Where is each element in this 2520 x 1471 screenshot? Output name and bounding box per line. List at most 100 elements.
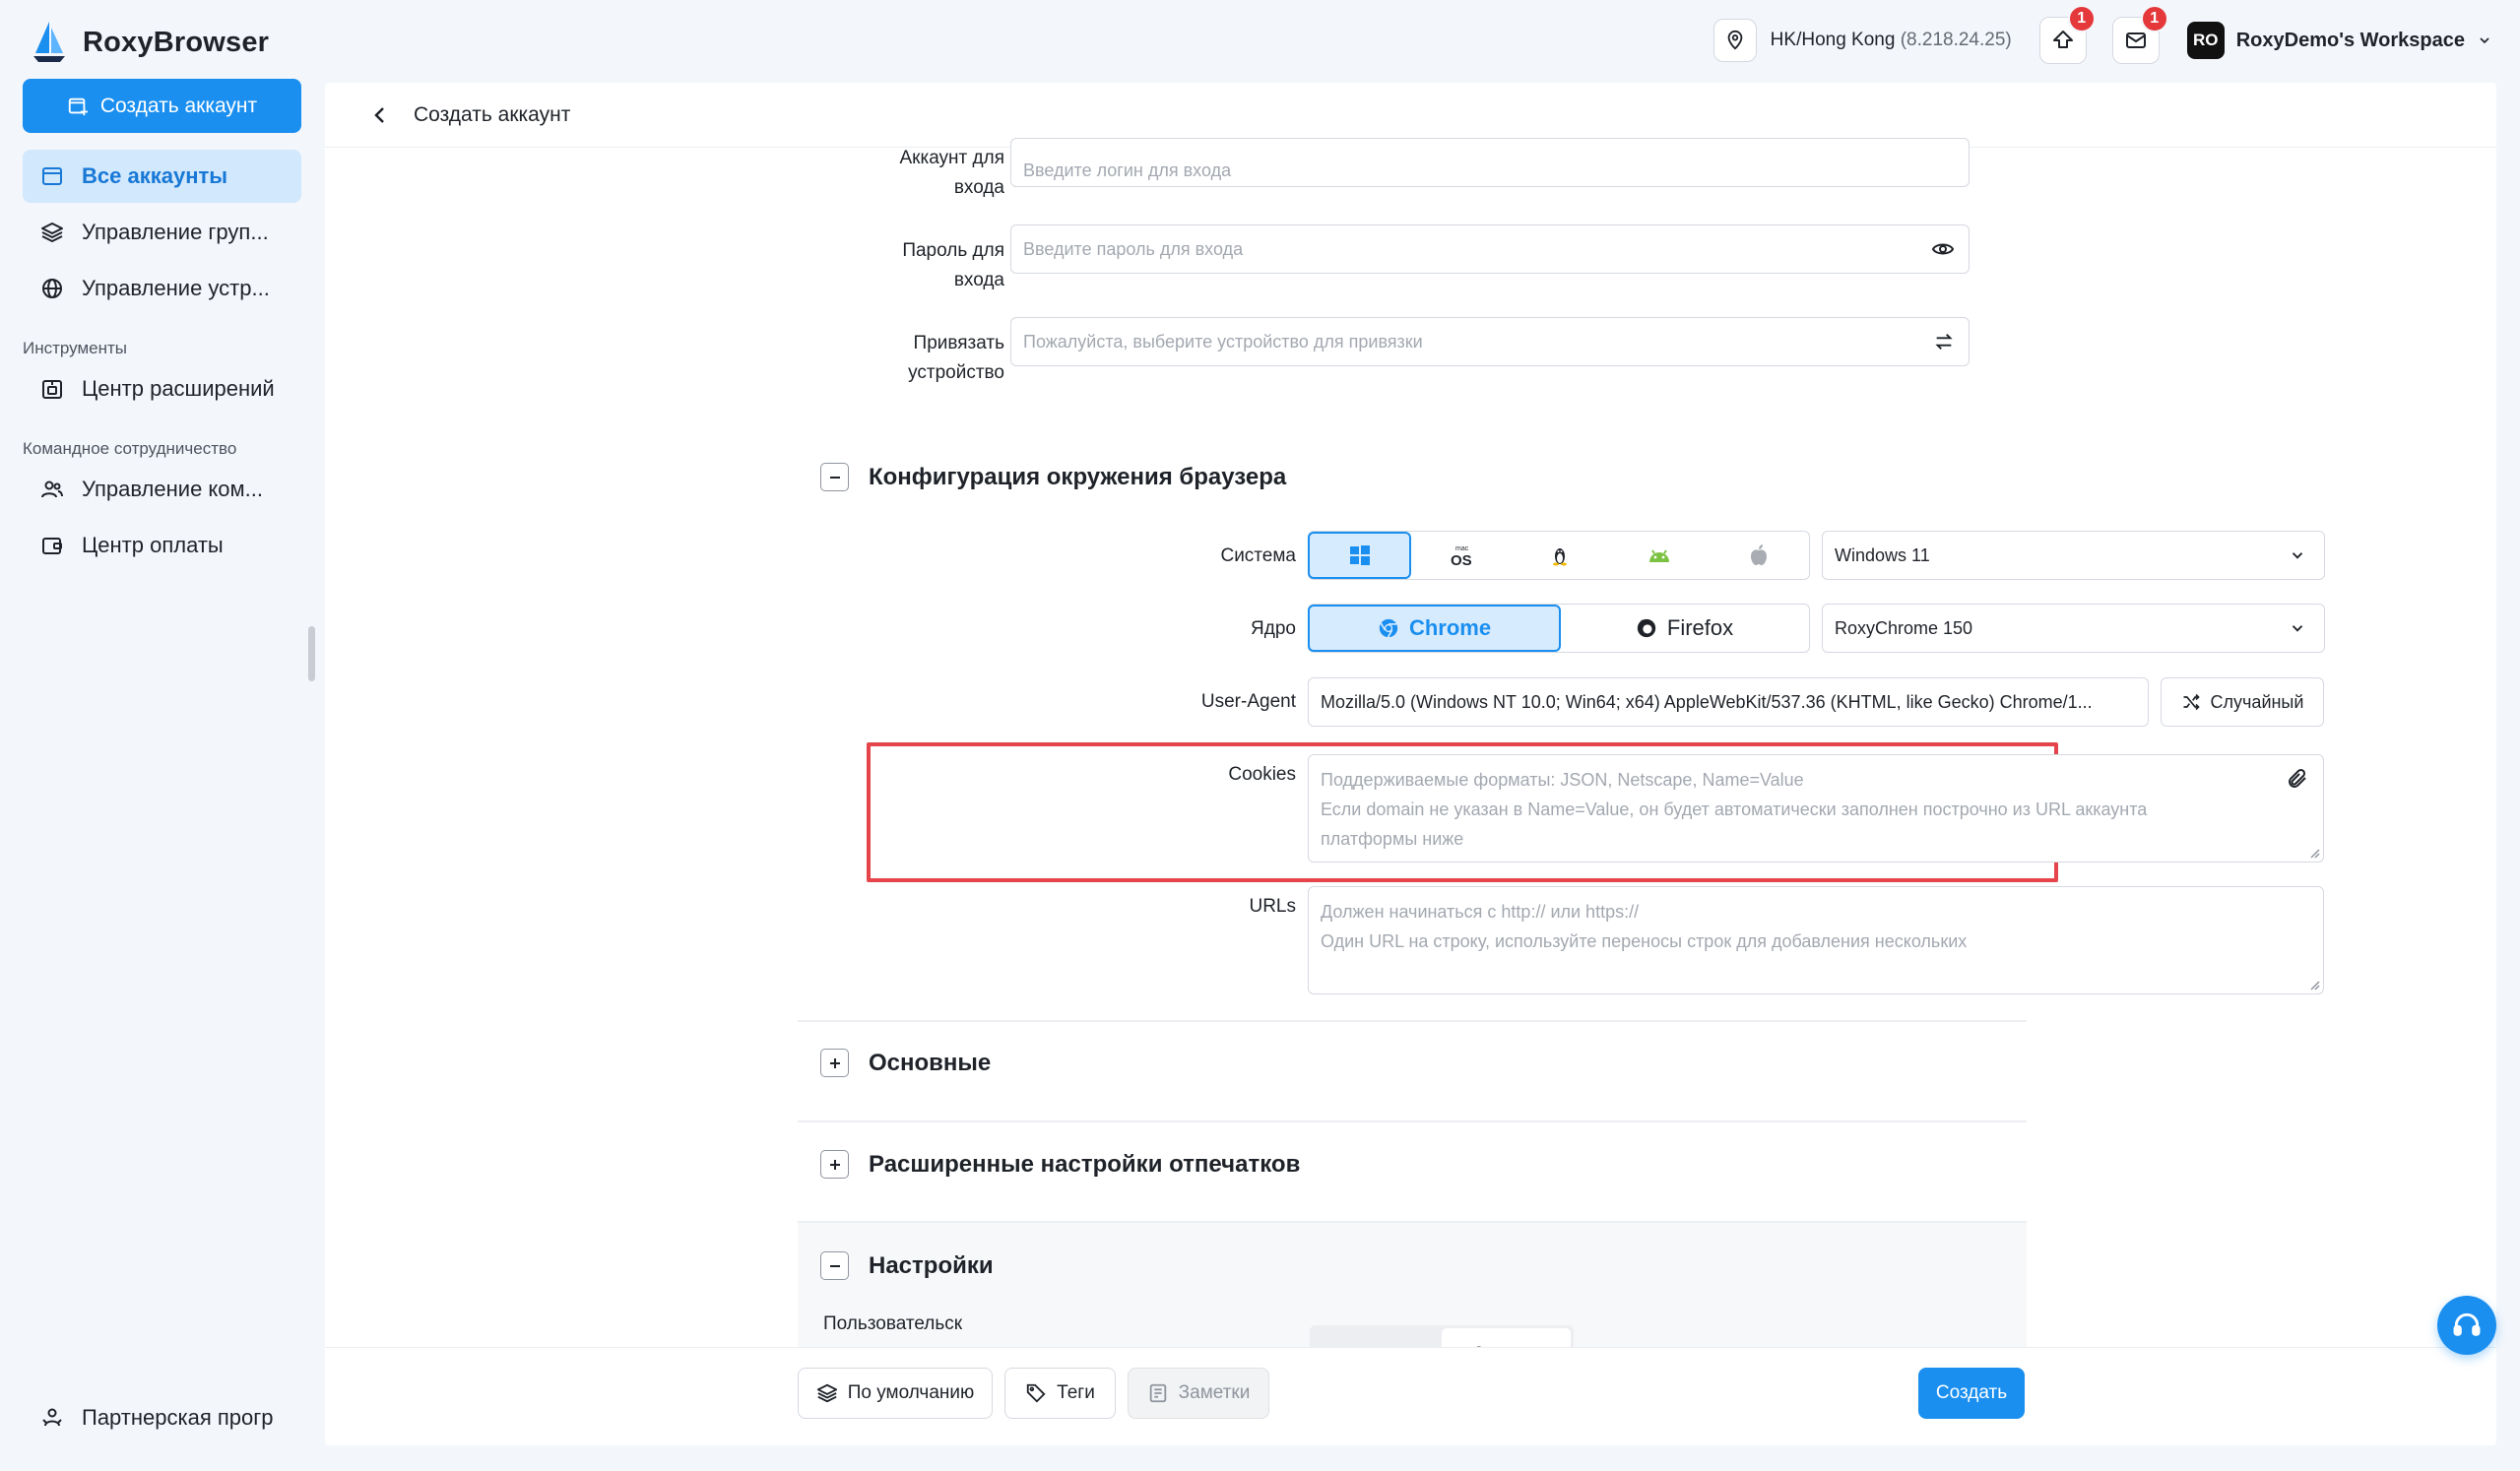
basic-section-title: Основные xyxy=(869,1049,992,1076)
partner-icon xyxy=(42,1408,62,1427)
random-ua-button[interactable]: Случайный xyxy=(2161,677,2324,727)
os-ios[interactable] xyxy=(1710,532,1809,579)
urls-placeholder-line-1: Должен начинаться с http:// или https:// xyxy=(1321,902,1640,922)
create-account-button[interactable]: Создать аккаунт xyxy=(23,79,301,133)
expand-icon[interactable] xyxy=(820,1049,849,1077)
browser-config-title: Конфигурация окружения браузера xyxy=(869,463,1287,490)
sidebar-item-devices[interactable]: Управление устр... xyxy=(23,262,301,315)
sidebar-item-groups[interactable]: Управление груп... xyxy=(23,206,301,259)
password-placeholder: Введите пароль для входа xyxy=(1023,238,1244,259)
firefox-option: Firefox xyxy=(1636,615,1733,641)
fingerprint-section-header[interactable]: Расширенные настройки отпечатков xyxy=(820,1150,1300,1179)
core-chrome-label: Chrome xyxy=(1408,615,1492,640)
cookies-placeholder-line-2: Если domain не указан в Name=Value, он б… xyxy=(1321,799,2148,819)
location-button[interactable] xyxy=(1712,19,1757,62)
core-firefox[interactable]: Firefox xyxy=(1560,605,1809,652)
system-label: Система xyxy=(1220,545,1296,566)
chevron-down-icon xyxy=(2480,37,2489,44)
workspace-switcher[interactable]: RO RoxyDemo's Workspace xyxy=(2186,22,2492,59)
core-chrome[interactable]: Chrome xyxy=(1308,605,1561,652)
sidebar-item-partner[interactable]: Партнерская прогр xyxy=(23,1391,301,1444)
windows-icon xyxy=(1349,545,1370,565)
urls-placeholder-line-2: Один URL на строку, используйте переносы… xyxy=(1321,931,1968,951)
password-input[interactable]: Введите пароль для входа xyxy=(1010,224,1970,274)
settings-section-title: Настройки xyxy=(869,1251,994,1279)
team-section-title: Командное сотрудничество xyxy=(23,439,237,458)
support-button[interactable] xyxy=(2437,1296,2496,1355)
chrome-option: Chrome xyxy=(1378,615,1491,641)
basic-section-header[interactable]: Основные xyxy=(820,1049,991,1077)
create-account-label: Создать аккаунт xyxy=(99,94,258,117)
form-footer: По умолчанию Теги Заметки Создать xyxy=(325,1347,2496,1445)
workspace-avatar: RO xyxy=(2186,22,2225,59)
urls-label: URLs xyxy=(1249,896,1296,917)
login-placeholder: Введите логин для входа xyxy=(1023,160,1232,180)
sidebar-scrollbar[interactable] xyxy=(308,626,315,681)
swap-icon xyxy=(1935,334,1953,350)
create-button[interactable]: Создать xyxy=(1918,1368,2025,1419)
resize-grip-icon[interactable] xyxy=(2308,979,2320,991)
back-arrow-icon[interactable] xyxy=(368,103,392,127)
add-window-icon xyxy=(68,97,88,115)
sidebar-item-all-accounts[interactable]: Все аккаунты xyxy=(23,150,301,203)
os-version-select[interactable]: Windows 11 xyxy=(1822,531,2325,580)
os-linux[interactable] xyxy=(1510,532,1609,579)
default-button[interactable]: По умолчанию xyxy=(798,1368,993,1419)
section-divider xyxy=(798,1020,2027,1022)
macos-icon: macOS xyxy=(1451,545,1472,569)
updates-button[interactable]: 1 xyxy=(2038,5,2096,64)
login-label: Аккаунт для входа xyxy=(899,148,1004,198)
sidebar-item-label: Центр расширений xyxy=(82,376,275,401)
core-version-value: RoxyChrome 150 xyxy=(1835,617,1973,638)
section-divider xyxy=(798,1120,2027,1122)
collapse-icon[interactable] xyxy=(820,1251,849,1280)
android-icon xyxy=(1649,549,1670,562)
sidebar-item-extensions[interactable]: Центр расширений xyxy=(23,362,301,416)
core-version-select[interactable]: RoxyChrome 150 xyxy=(1822,604,2325,653)
messages-badge: 1 xyxy=(2140,5,2168,32)
linux-icon xyxy=(1553,548,1567,566)
paperclip-icon[interactable] xyxy=(2286,767,2309,791)
tags-button[interactable]: Теги xyxy=(1004,1368,1116,1419)
custom-setting-label: Пользовательск xyxy=(823,1313,963,1334)
location-ip: (8.218.24.25) xyxy=(1900,30,2012,50)
sidebar-item-team[interactable]: Управление ком... xyxy=(23,463,301,516)
users-icon xyxy=(41,480,63,498)
collapse-icon[interactable] xyxy=(820,463,849,491)
fingerprint-section-title: Расширенные настройки отпечатков xyxy=(869,1150,1301,1178)
globe-icon xyxy=(42,279,62,298)
settings-section-header[interactable]: Настройки xyxy=(820,1251,994,1280)
messages-button[interactable]: 1 xyxy=(2111,5,2168,64)
updates-badge: 1 xyxy=(2067,5,2096,32)
tag-icon xyxy=(1027,1383,1046,1403)
app-logo: RoxyBrowser xyxy=(30,18,269,67)
layers-icon xyxy=(41,223,63,242)
eye-icon[interactable] xyxy=(1931,237,1955,261)
tags-button-label: Теги xyxy=(1057,1382,1095,1403)
resize-grip-icon[interactable] xyxy=(2308,847,2320,859)
app-name: RoxyBrowser xyxy=(83,26,270,58)
cookies-textarea[interactable]: Поддерживаемые форматы: JSON, Netscape, … xyxy=(1308,754,2324,863)
device-select[interactable]: Пожалуйста, выберите устройство для прив… xyxy=(1010,317,1970,366)
expand-icon[interactable] xyxy=(820,1150,849,1179)
device-label: Привязать устройство xyxy=(908,333,1004,383)
user-agent-input[interactable]: Mozilla/5.0 (Windows NT 10.0; Win64; x64… xyxy=(1308,677,2149,727)
os-windows[interactable] xyxy=(1308,532,1412,579)
notes-button[interactable]: Заметки xyxy=(1128,1368,1269,1419)
password-label: Пароль для входа xyxy=(902,240,1004,290)
sidebar-item-label: Управление ком... xyxy=(82,477,263,501)
sidebar-item-label: Центр оплаты xyxy=(82,533,224,557)
browser-config-header[interactable]: Конфигурация окружения браузера xyxy=(820,463,1286,491)
headset-icon xyxy=(2453,1312,2481,1336)
urls-textarea[interactable]: Должен начинаться с http:// или https://… xyxy=(1308,886,2324,994)
os-macos[interactable]: mac OS xyxy=(1410,532,1510,579)
layers-icon xyxy=(816,1383,837,1403)
proxy-location: HK/Hong Kong (8.218.24.25) xyxy=(1771,30,2012,51)
tools-section-title: Инструменты xyxy=(23,339,128,357)
os-android[interactable] xyxy=(1610,532,1710,579)
sidebar-item-billing[interactable]: Центр оплаты xyxy=(23,519,301,572)
device-placeholder: Пожалуйста, выберите устройство для прив… xyxy=(1023,331,1423,352)
cookies-label: Cookies xyxy=(1228,764,1296,785)
login-input[interactable]: Введите логин для входа xyxy=(1010,138,1970,187)
create-button-label: Создать xyxy=(1935,1382,2008,1403)
